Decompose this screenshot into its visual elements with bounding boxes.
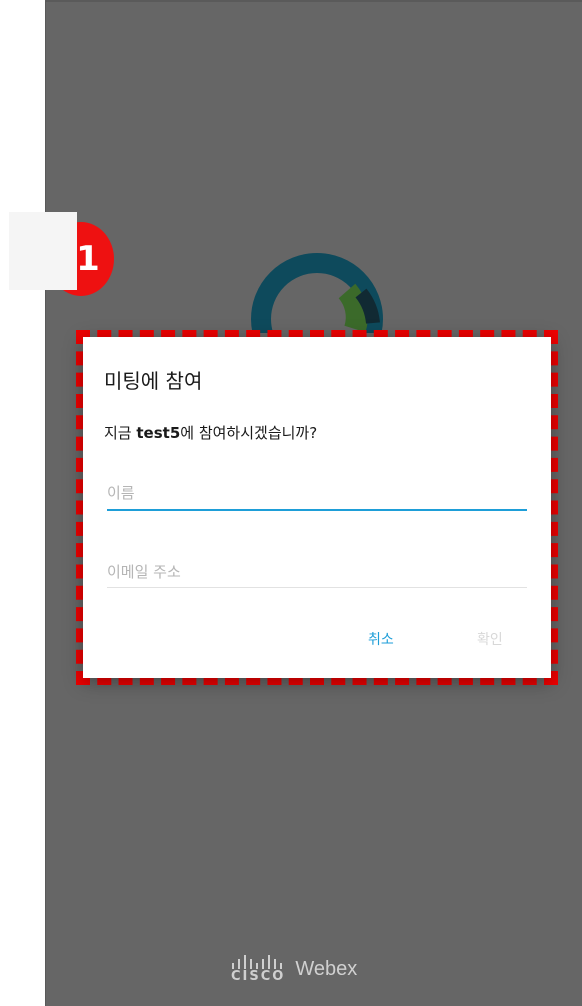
name-field[interactable] [107, 477, 527, 511]
join-meeting-dialog: 미팅에 참여 지금 test5에 참여하시겠습니까? 취소 확인 [83, 337, 551, 678]
cisco-wordmark: CISCO [231, 969, 286, 984]
annotation-label-box [9, 212, 77, 290]
step-badge-number: 1 [76, 239, 100, 279]
dialog-message: 지금 test5에 참여하시겠습니까? [104, 422, 317, 443]
cancel-button[interactable]: 취소 [368, 629, 394, 649]
meeting-name: test5 [136, 424, 181, 442]
message-suffix: 에 참여하시겠습니까? [180, 424, 318, 442]
webex-logo-icon [251, 253, 383, 333]
left-margin [0, 0, 45, 1006]
message-prefix: 지금 [104, 424, 137, 442]
webex-wordmark: Webex [295, 958, 358, 980]
footer-branding: CISCO Webex [231, 955, 357, 984]
dialog-title: 미팅에 참여 [104, 369, 203, 393]
email-field[interactable] [107, 557, 527, 588]
confirm-button[interactable]: 확인 [477, 629, 503, 649]
cisco-logo: CISCO [231, 955, 285, 984]
